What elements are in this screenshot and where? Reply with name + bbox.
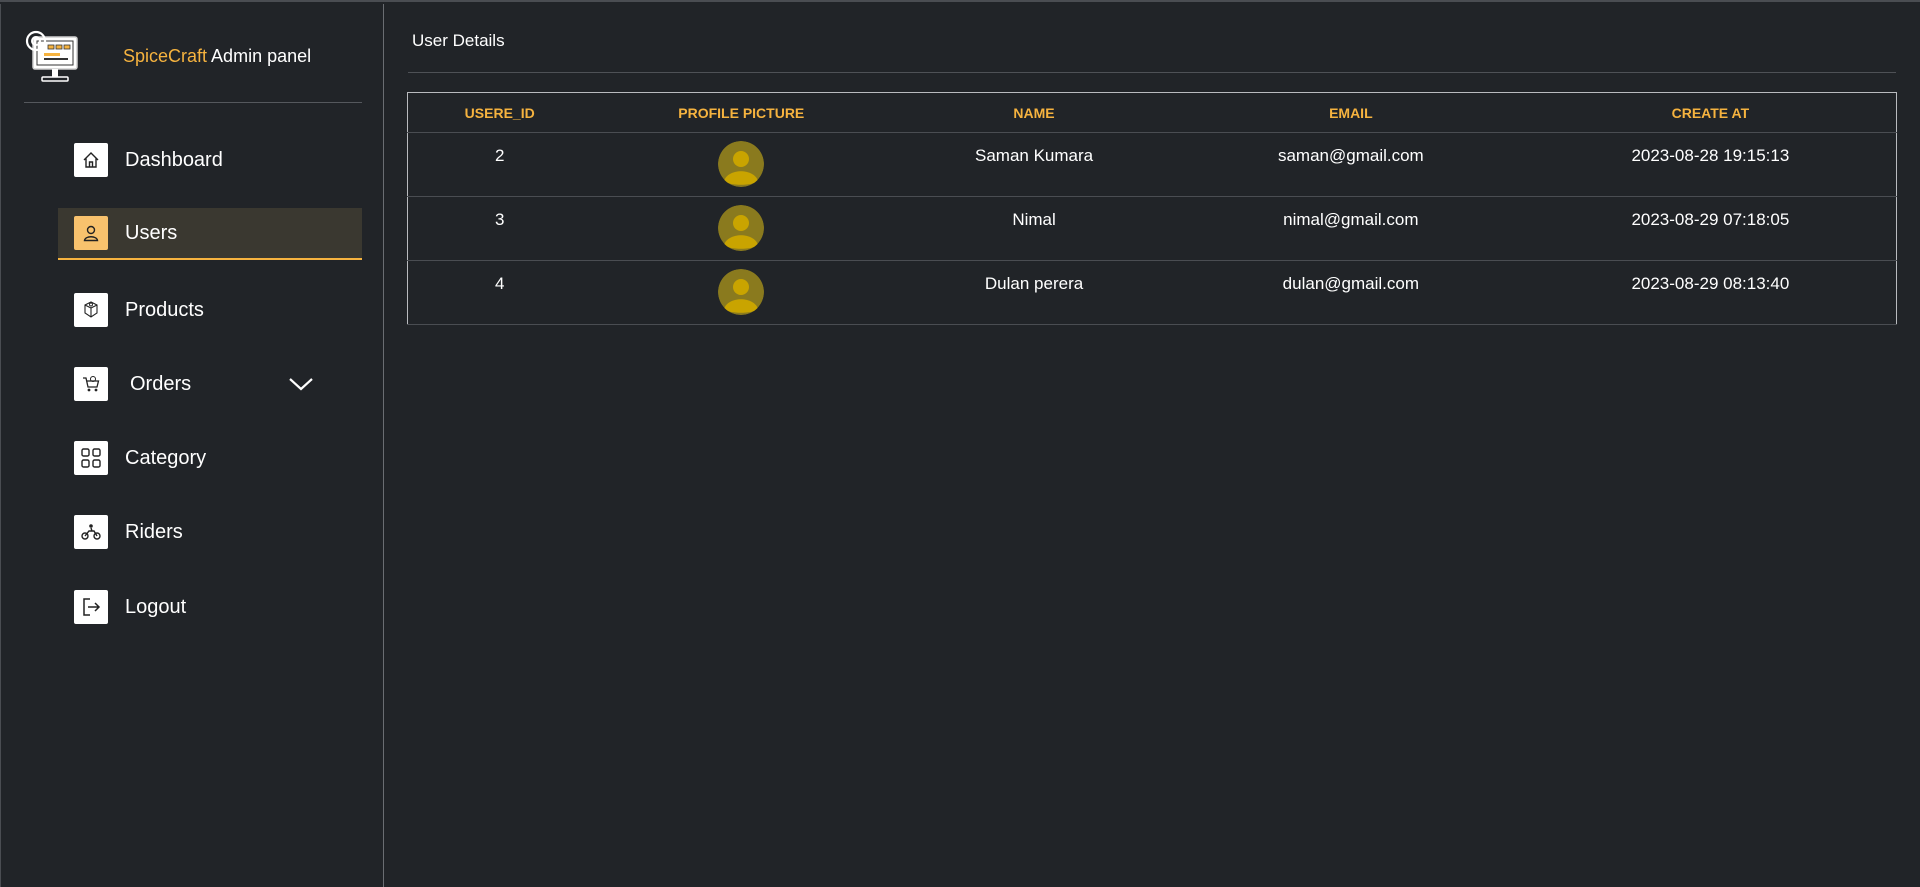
cell-profile-picture xyxy=(591,132,892,197)
sidebar-item-label: Logout xyxy=(125,595,187,618)
chevron-down-icon[interactable] xyxy=(287,375,315,393)
monitor-logo-icon xyxy=(25,30,78,82)
sidebar-item-label: Dashboard xyxy=(125,148,223,171)
cell-user-id: 4 xyxy=(407,260,592,325)
column-header-profile-picture: PROFILE PICTURE xyxy=(591,92,892,133)
cell-created-at: 2023-08-29 07:18:05 xyxy=(1524,196,1897,261)
sidebar-item-orders[interactable]: Orders xyxy=(58,358,362,410)
sidebar-item-riders[interactable]: Riders xyxy=(58,506,362,558)
cell-email: nimal@gmail.com xyxy=(1176,196,1525,261)
title-divider xyxy=(408,72,1896,73)
cell-name: Dulan perera xyxy=(891,260,1177,325)
cell-email: dulan@gmail.com xyxy=(1176,260,1525,325)
cell-created-at: 2023-08-29 08:13:40 xyxy=(1524,260,1897,325)
logout-icon xyxy=(74,590,108,624)
sidebar-item-label: Riders xyxy=(125,520,183,543)
cell-user-id: 2 xyxy=(407,132,592,197)
table-row[interactable]: 2 Saman Kumara saman@gmail.com 2023-08-2… xyxy=(407,132,1897,197)
brand: SpiceCraft Admin panel xyxy=(24,28,362,103)
cell-profile-picture xyxy=(591,260,892,325)
cell-created-at: 2023-08-28 19:15:13 xyxy=(1524,132,1897,197)
cell-email: saman@gmail.com xyxy=(1176,132,1525,197)
cart-icon xyxy=(74,367,108,401)
column-header-name: NAME xyxy=(891,92,1177,133)
sidebar-item-label: Users xyxy=(125,221,178,244)
avatar xyxy=(718,269,765,315)
avatar xyxy=(718,141,765,187)
cell-profile-picture xyxy=(591,196,892,261)
cell-user-id: 3 xyxy=(407,196,592,261)
sidebar-item-products[interactable]: Products xyxy=(58,284,362,336)
sidebar-item-label: Category xyxy=(125,446,207,469)
column-header-created-at: CREATE AT xyxy=(1524,92,1897,133)
page-title: User Details xyxy=(412,31,505,50)
table-row[interactable]: 4 Dulan perera dulan@gmail.com 2023-08-2… xyxy=(407,260,1897,325)
product-box-icon xyxy=(74,293,108,327)
sidebar-item-users[interactable]: Users xyxy=(58,208,362,260)
app-root: SpiceCraft Admin panel Dashboard Users P… xyxy=(0,0,1920,887)
users-table: USERE_ID PROFILE PICTURE NAME EMAIL CREA… xyxy=(407,92,1897,325)
sidebar: SpiceCraft Admin panel Dashboard Users P… xyxy=(0,4,384,887)
sidebar-item-label: Products xyxy=(125,298,204,321)
grid-icon xyxy=(74,441,108,475)
home-icon xyxy=(74,143,108,177)
sidebar-item-category[interactable]: Category xyxy=(58,432,362,484)
brand-name: SpiceCraft xyxy=(123,46,208,66)
cell-name: Saman Kumara xyxy=(891,132,1177,197)
brand-title: SpiceCraft Admin panel xyxy=(123,46,311,67)
user-icon xyxy=(74,216,108,250)
sidebar-item-dashboard[interactable]: Dashboard xyxy=(58,134,362,186)
sidebar-item-label: Orders xyxy=(130,372,192,395)
cell-name: Nimal xyxy=(891,196,1177,261)
avatar xyxy=(718,205,765,251)
table-header-row: USERE_ID PROFILE PICTURE NAME EMAIL CREA… xyxy=(407,92,1897,133)
column-header-email: EMAIL xyxy=(1176,92,1525,133)
brand-subtitle: Admin panel xyxy=(207,46,312,66)
motorbike-icon xyxy=(74,515,108,549)
column-header-id: USERE_ID xyxy=(407,92,592,133)
table-row[interactable]: 3 Nimal nimal@gmail.com 2023-08-29 07:18… xyxy=(407,196,1897,261)
sidebar-item-logout[interactable]: Logout xyxy=(58,581,362,633)
main-content: User Details USERE_ID PROFILE PICTURE NA… xyxy=(384,4,1920,887)
